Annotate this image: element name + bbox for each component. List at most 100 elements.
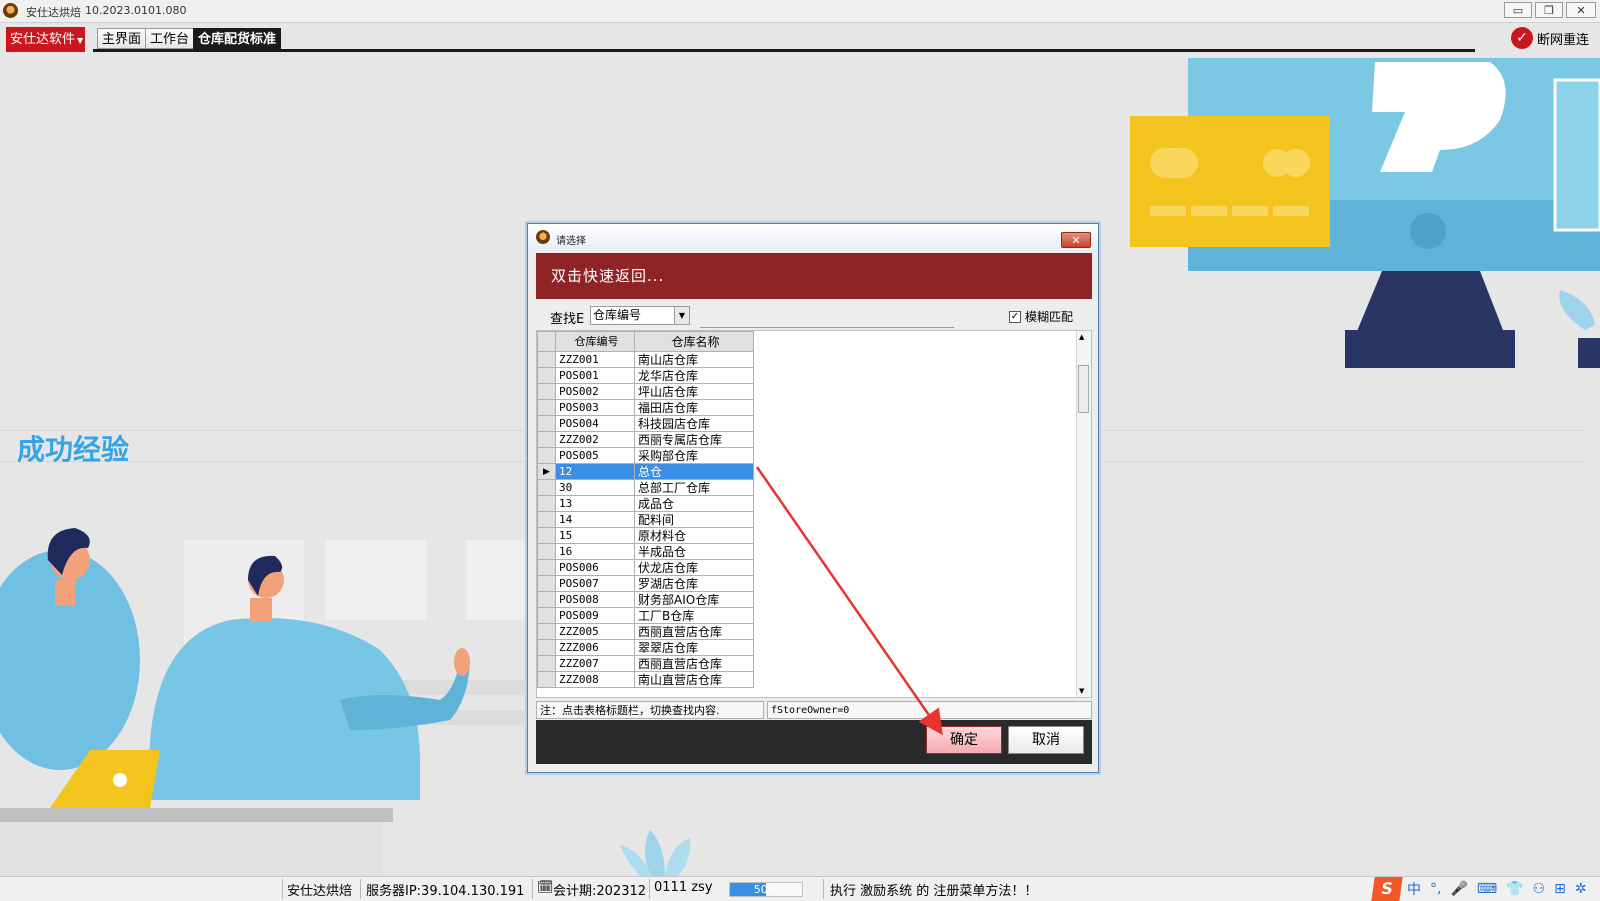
punctuation-icon[interactable]: °, — [1430, 881, 1441, 897]
table-row[interactable]: POS003 福田店仓库 — [537, 399, 754, 416]
checkbox-checked-icon[interactable]: ✓ — [1009, 310, 1021, 323]
cell-warehouse-name[interactable]: 伏龙店仓库 — [634, 559, 754, 576]
keyboard-icon[interactable]: ⌨ — [1477, 881, 1497, 897]
sogou-ime-icon[interactable]: S — [1371, 877, 1403, 901]
cell-warehouse-code[interactable]: POS003 — [555, 399, 635, 416]
row-indicator[interactable] — [537, 415, 556, 432]
grid-vertical-scrollbar[interactable]: ▲ ▼ — [1076, 331, 1091, 697]
cell-warehouse-code[interactable]: ZZZ005 — [555, 623, 635, 640]
cell-warehouse-code[interactable]: POS007 — [555, 575, 635, 592]
row-indicator[interactable] — [537, 431, 556, 448]
cell-warehouse-name[interactable]: 科技园店仓库 — [634, 415, 754, 432]
table-row[interactable]: POS004 科技园店仓库 — [537, 415, 754, 432]
cell-warehouse-code[interactable]: ZZZ001 — [555, 351, 635, 368]
cell-warehouse-name[interactable]: 南山店仓库 — [634, 351, 754, 368]
row-indicator[interactable] — [537, 527, 556, 544]
cell-warehouse-code[interactable]: 13 — [555, 495, 635, 512]
search-input[interactable] — [700, 306, 954, 328]
row-indicator[interactable] — [537, 399, 556, 416]
cell-warehouse-name[interactable]: 西丽直营店仓库 — [634, 623, 754, 640]
cell-warehouse-name[interactable]: 罗湖店仓库 — [634, 575, 754, 592]
cell-warehouse-code[interactable]: POS002 — [555, 383, 635, 400]
table-row[interactable]: POS002 坪山店仓库 — [537, 383, 754, 400]
dialog-close-button[interactable]: ✕ — [1061, 232, 1091, 248]
row-indicator[interactable] — [537, 367, 556, 384]
table-row[interactable]: 16 半成品仓 — [537, 543, 754, 560]
row-indicator[interactable] — [537, 623, 556, 640]
table-row[interactable]: 15 原材料仓 — [537, 527, 754, 544]
cell-warehouse-name[interactable]: 西丽专属店仓库 — [634, 431, 754, 448]
row-pointer-icon[interactable]: ▶ — [537, 463, 556, 480]
row-indicator[interactable] — [537, 511, 556, 528]
ok-button[interactable]: 确定 — [926, 726, 1002, 754]
scroll-thumb[interactable] — [1078, 365, 1089, 413]
cell-warehouse-name[interactable]: 原材料仓 — [634, 527, 754, 544]
cell-warehouse-name[interactable]: 坪山店仓库 — [634, 383, 754, 400]
dropdown-arrow-icon[interactable]: ▼ — [674, 307, 689, 324]
table-row[interactable]: POS001 龙华店仓库 — [537, 367, 754, 384]
cell-warehouse-code[interactable]: ZZZ006 — [555, 639, 635, 656]
row-indicator[interactable] — [537, 559, 556, 576]
cell-warehouse-code[interactable]: 12 — [555, 463, 635, 480]
cell-warehouse-name[interactable]: 西丽直营店仓库 — [634, 655, 754, 672]
tab-main[interactable]: 主界面 — [97, 28, 147, 49]
cell-warehouse-code[interactable]: 14 — [555, 511, 635, 528]
row-indicator[interactable] — [537, 495, 556, 512]
cell-warehouse-code[interactable]: 15 — [555, 527, 635, 544]
cell-warehouse-name[interactable]: 南山直营店仓库 — [634, 671, 754, 688]
table-row[interactable]: 13 成品仓 — [537, 495, 754, 512]
cell-warehouse-code[interactable]: POS004 — [555, 415, 635, 432]
skin-shirt-icon[interactable]: 👕 — [1506, 881, 1523, 897]
cell-warehouse-code[interactable]: 30 — [555, 479, 635, 496]
table-row[interactable]: POS006 伏龙店仓库 — [537, 559, 754, 576]
table-row[interactable]: ZZZ002 西丽专属店仓库 — [537, 431, 754, 448]
row-indicator[interactable] — [537, 655, 556, 672]
cell-warehouse-name[interactable]: 成品仓 — [634, 495, 754, 512]
table-row[interactable]: ZZZ001 南山店仓库 — [537, 351, 754, 368]
row-indicator[interactable] — [537, 671, 556, 688]
cell-warehouse-name[interactable]: 龙华店仓库 — [634, 367, 754, 384]
column-header-name[interactable]: 仓库名称 — [634, 331, 754, 352]
cell-warehouse-code[interactable]: POS006 — [555, 559, 635, 576]
robot-icon[interactable]: ⚇ — [1533, 881, 1546, 897]
cell-warehouse-name[interactable]: 采购部仓库 — [634, 447, 754, 464]
minimize-button[interactable]: ▭ — [1504, 2, 1532, 18]
cell-warehouse-code[interactable]: POS009 — [555, 607, 635, 624]
scroll-down-icon[interactable]: ▼ — [1079, 687, 1084, 695]
row-indicator[interactable] — [537, 351, 556, 368]
row-indicator[interactable] — [537, 383, 556, 400]
cell-warehouse-name[interactable]: 工厂B仓库 — [634, 607, 754, 624]
table-row[interactable]: ▶ 12 总仓 — [537, 463, 754, 480]
cell-warehouse-name[interactable]: 总仓 — [634, 463, 754, 480]
row-indicator[interactable] — [537, 607, 556, 624]
cell-warehouse-name[interactable]: 福田店仓库 — [634, 399, 754, 416]
row-indicator[interactable] — [537, 479, 556, 496]
restore-button[interactable]: ❐ — [1535, 2, 1563, 18]
tab-warehouse-standard[interactable]: 仓库配货标准 — [193, 28, 282, 49]
cell-warehouse-code[interactable]: POS001 — [555, 367, 635, 384]
scroll-up-icon[interactable]: ▲ — [1079, 333, 1084, 341]
row-indicator[interactable] — [537, 543, 556, 560]
cell-warehouse-code[interactable]: POS005 — [555, 447, 635, 464]
table-row[interactable]: ZZZ006 翠翠店仓库 — [537, 639, 754, 656]
table-row[interactable]: 30 总部工厂仓库 — [537, 479, 754, 496]
search-field-select[interactable]: 仓库编号 ▼ — [590, 306, 690, 325]
cell-warehouse-code[interactable]: 16 — [555, 543, 635, 560]
table-row[interactable]: 14 配料间 — [537, 511, 754, 528]
reconnect-button[interactable]: ✓ 断网重连 — [1511, 27, 1589, 49]
microphone-icon[interactable]: 🎤 — [1450, 881, 1467, 897]
table-row[interactable]: POS008 财务部AIO仓库 — [537, 591, 754, 608]
table-row[interactable]: POS007 罗湖店仓库 — [537, 575, 754, 592]
fuzzy-match-checkbox[interactable]: ✓ 模糊匹配 — [1009, 308, 1073, 325]
column-header-code[interactable]: 仓库编号 — [555, 331, 635, 352]
table-row[interactable]: ZZZ007 西丽直营店仓库 — [537, 655, 754, 672]
settings-flower-icon[interactable]: ✲ — [1575, 881, 1587, 897]
table-row[interactable]: POS005 采购部仓库 — [537, 447, 754, 464]
table-row[interactable]: ZZZ008 南山直营店仓库 — [537, 671, 754, 688]
cancel-button[interactable]: 取消 — [1008, 726, 1084, 754]
cell-warehouse-name[interactable]: 财务部AIO仓库 — [634, 591, 754, 608]
ime-chinese-mode-icon[interactable]: 中 — [1407, 879, 1421, 899]
cell-warehouse-code[interactable]: ZZZ002 — [555, 431, 635, 448]
row-indicator[interactable] — [537, 591, 556, 608]
cell-warehouse-name[interactable]: 翠翠店仓库 — [634, 639, 754, 656]
